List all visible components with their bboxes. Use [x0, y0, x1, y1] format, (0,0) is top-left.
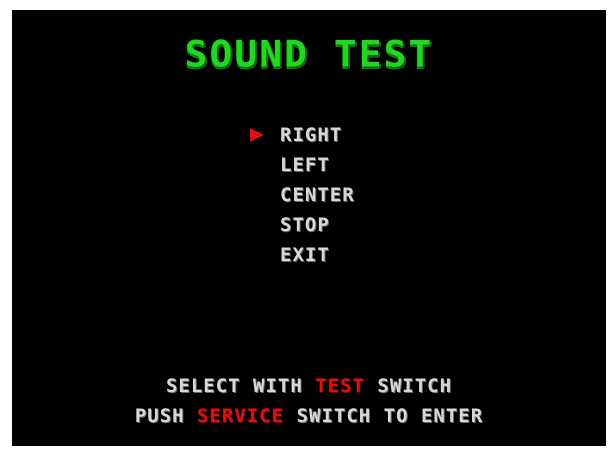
- menu-item-label: RIGHT: [280, 124, 343, 146]
- service-switch-highlight: SERVICE: [197, 405, 285, 427]
- menu-item-exit[interactable]: EXIT: [248, 240, 355, 270]
- menu-item-left[interactable]: LEFT: [248, 150, 355, 180]
- menu-item-label: CENTER: [280, 184, 355, 206]
- menu-item-label: STOP: [280, 214, 330, 236]
- instruction-text: SWITCH TO ENTER: [284, 405, 484, 427]
- menu-item-right[interactable]: RIGHT: [248, 120, 355, 150]
- instruction-text: SELECT WITH: [165, 375, 316, 397]
- instruction-line-enter: PUSH SERVICE SWITCH TO ENTER: [12, 405, 606, 427]
- game-screen: SOUND TEST RIGHT LEFT CENTER STOP EXIT S…: [12, 10, 606, 446]
- menu-item-stop[interactable]: STOP: [248, 210, 355, 240]
- menu-item-center[interactable]: CENTER: [248, 180, 355, 210]
- selection-cursor-icon: [250, 128, 264, 142]
- instruction-line-select: SELECT WITH TEST SWITCH: [12, 375, 606, 397]
- menu-item-label: LEFT: [280, 154, 330, 176]
- page-title: SOUND TEST: [184, 33, 434, 75]
- instruction-text: SWITCH: [364, 375, 453, 397]
- menu-item-label: EXIT: [280, 244, 330, 266]
- test-switch-highlight: TEST: [315, 375, 365, 397]
- sound-test-menu: RIGHT LEFT CENTER STOP EXIT: [248, 120, 355, 270]
- instruction-text: PUSH: [134, 405, 198, 427]
